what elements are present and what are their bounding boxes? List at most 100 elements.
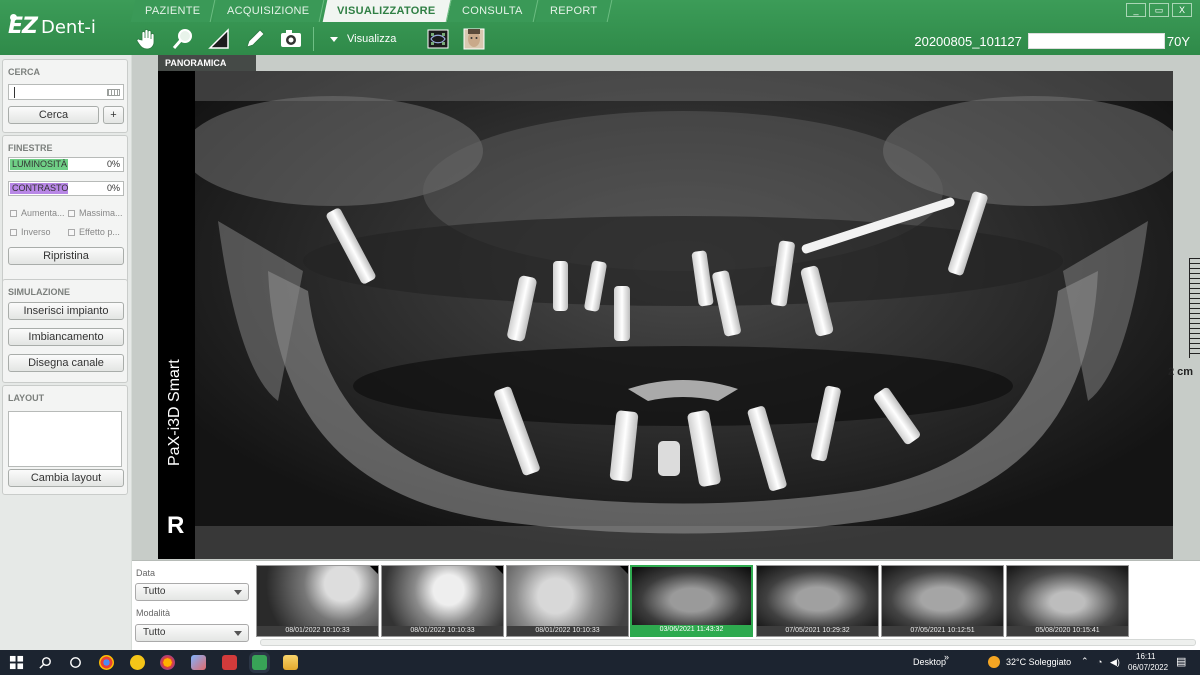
network-icon[interactable]: ◔ — [1097, 657, 1102, 667]
thumbnail-corner — [370, 566, 378, 574]
minimize-button[interactable]: _ — [1126, 3, 1146, 17]
thumbnail-image — [757, 566, 878, 626]
effetto-checkbox[interactable]: Effetto p... — [68, 227, 120, 237]
thumbnail-corner — [495, 566, 503, 574]
chevron-up-icon[interactable]: » — [944, 652, 949, 662]
clock-date[interactable]: 06/07/2022 — [1128, 663, 1168, 672]
thumbnail-strip: Data Tutto Modalità Tutto 08/01/2022 10:… — [132, 560, 1200, 650]
app-red-icon[interactable] — [222, 655, 237, 670]
keyboard-icon[interactable] — [107, 89, 120, 96]
tab-consulta[interactable]: CONSULTA — [448, 0, 539, 22]
left-sidebar: CERCA Cerca + FINESTRE LUMINOSITÀ 0% CON… — [0, 55, 131, 650]
thumbnail-image — [882, 566, 1003, 626]
restore-button[interactable]: ▭ — [1149, 3, 1169, 17]
start-icon[interactable] — [9, 655, 24, 670]
modalita-filter-label: Modalità — [136, 608, 171, 618]
hand-icon[interactable] — [133, 25, 161, 53]
checkbox-box — [10, 209, 17, 217]
thumbnail-corner — [620, 566, 628, 574]
thumbnail-caption: 07/05/2021 10:12:51 — [882, 626, 1003, 636]
desktop-label[interactable]: Desktop — [913, 657, 946, 667]
chevron-down-icon — [234, 590, 242, 595]
face-view-icon[interactable] — [460, 25, 488, 53]
aumenta-checkbox[interactable]: Aumenta... — [10, 208, 65, 218]
windows-taskbar: Desktop » 32°C Soleggiato ⌃ ◔ ◀) 16:11 0… — [0, 650, 1200, 675]
luminosita-label: LUMINOSITÀ — [12, 159, 68, 169]
tab-report[interactable]: REPORT — [535, 0, 613, 22]
imbiancamento-button[interactable]: Imbiancamento — [8, 328, 124, 346]
clock-time[interactable]: 16:11 — [1136, 652, 1155, 661]
thumbnail-7[interactable]: 05/08/2020 10:15:41 — [1006, 565, 1129, 637]
toolbar-divider — [313, 27, 314, 51]
thumbnail-4-selected[interactable]: 03/06/2021 11:43:32 — [630, 565, 753, 637]
cerca-panel: CERCA Cerca + — [2, 59, 128, 133]
search-input[interactable] — [8, 84, 124, 100]
data-filter-select[interactable]: Tutto — [135, 583, 249, 601]
data-filter-label: Data — [136, 568, 156, 578]
app-paint-icon[interactable] — [191, 655, 206, 670]
visualizza-label: Visualizza — [347, 33, 397, 45]
inserisci-impianto-button[interactable]: Inserisci impianto — [8, 302, 124, 320]
taskview-icon[interactable] — [68, 655, 83, 670]
checkbox-box — [68, 209, 75, 217]
main-tabs: PAZIENTE ACQUISIZIONE VISUALIZZATORE CON… — [130, 0, 613, 22]
image-viewer: PANORAMICA PaX-i3D Smart R — [132, 55, 1200, 560]
panoramic-xray[interactable]: PaX-i3D Smart R — [158, 71, 1173, 559]
volume-icon[interactable]: ◀) — [1110, 657, 1120, 668]
add-button[interactable]: + — [103, 106, 124, 124]
layout-preview[interactable] — [8, 411, 122, 467]
thumbnail-image — [1007, 566, 1128, 626]
simulazione-title: SIMULAZIONE — [8, 287, 70, 297]
ripristina-button[interactable]: Ripristina — [8, 247, 124, 265]
patient-age: 70Y — [1166, 33, 1190, 49]
disegna-canale-button[interactable]: Disegna canale — [8, 354, 124, 372]
visualizza-dropdown[interactable]: Visualizza — [330, 33, 396, 45]
tab-acquisizione[interactable]: ACQUISIZIONE — [213, 0, 326, 22]
search-button[interactable]: Cerca — [8, 106, 99, 124]
panoramica-tab[interactable]: PANORAMICA — [158, 55, 256, 71]
cerca-title: CERCA — [8, 67, 41, 77]
notification-icon[interactable]: ▤ — [1176, 655, 1186, 668]
luminosita-slider[interactable]: LUMINOSITÀ 0% — [8, 157, 124, 172]
thumbnail-2[interactable]: 08/01/2022 10:10:33 — [381, 565, 504, 637]
magnifier-icon[interactable] — [169, 25, 197, 53]
simulazione-panel: SIMULAZIONE Inserisci impianto Imbiancam… — [2, 279, 128, 383]
chrome-icon[interactable] — [99, 655, 114, 670]
massima-checkbox[interactable]: Massima... — [68, 208, 123, 218]
thumbnail-caption: 08/01/2022 10:10:33 — [507, 626, 628, 636]
text-caret — [14, 87, 15, 98]
firefox-icon[interactable] — [160, 655, 175, 670]
close-button[interactable]: X — [1172, 3, 1192, 17]
thumbnail-5[interactable]: 07/05/2021 10:29:32 — [756, 565, 879, 637]
title-bar: EZ Dent-i PAZIENTE ACQUISIZIONE VISUALIZZ… — [0, 0, 1200, 55]
ruler-icon[interactable] — [205, 25, 233, 53]
tray-chevron-icon[interactable]: ⌃ — [1081, 656, 1089, 667]
folder-icon[interactable] — [283, 655, 298, 670]
contrasto-value: 0% — [106, 183, 120, 193]
app-yellow-icon[interactable] — [130, 655, 145, 670]
thumbnail-scrollbar[interactable] — [260, 639, 1196, 646]
thumbnail-1[interactable]: 08/01/2022 10:10:33 — [256, 565, 379, 637]
device-sideband: PaX-i3D Smart R — [158, 71, 195, 559]
thumbnail-3[interactable]: 08/01/2022 10:10:33 — [506, 565, 629, 637]
thumbnail-6[interactable]: 07/05/2021 10:12:51 — [881, 565, 1004, 637]
capture-icon[interactable] — [277, 25, 305, 53]
inverso-checkbox[interactable]: Inverso — [10, 227, 51, 237]
thumbnail-image — [257, 566, 378, 626]
pencil-icon[interactable] — [241, 25, 269, 53]
window-controls: _ ▭ X — [1123, 3, 1192, 17]
tab-paziente[interactable]: PAZIENTE — [130, 0, 216, 22]
ezdent-icon[interactable] — [252, 655, 267, 670]
patient-id: 20200805_101127 — [914, 33, 1022, 49]
modalita-filter-select[interactable]: Tutto — [135, 624, 249, 642]
thumbnail-caption: 08/01/2022 10:10:33 — [257, 626, 378, 636]
weather-text[interactable]: 32°C Soleggiato — [1006, 657, 1071, 667]
tab-visualizzatore[interactable]: VISUALIZZATORE — [322, 0, 451, 22]
layout-title: LAYOUT — [8, 393, 45, 403]
cambia-layout-button[interactable]: Cambia layout — [8, 469, 124, 487]
grid-view-icon[interactable] — [424, 25, 452, 53]
search-icon[interactable] — [38, 655, 53, 670]
chevron-down-icon — [234, 631, 242, 636]
thumbnail-caption: 08/01/2022 10:10:33 — [382, 626, 503, 636]
contrasto-slider[interactable]: CONTRASTO 0% — [8, 181, 124, 196]
